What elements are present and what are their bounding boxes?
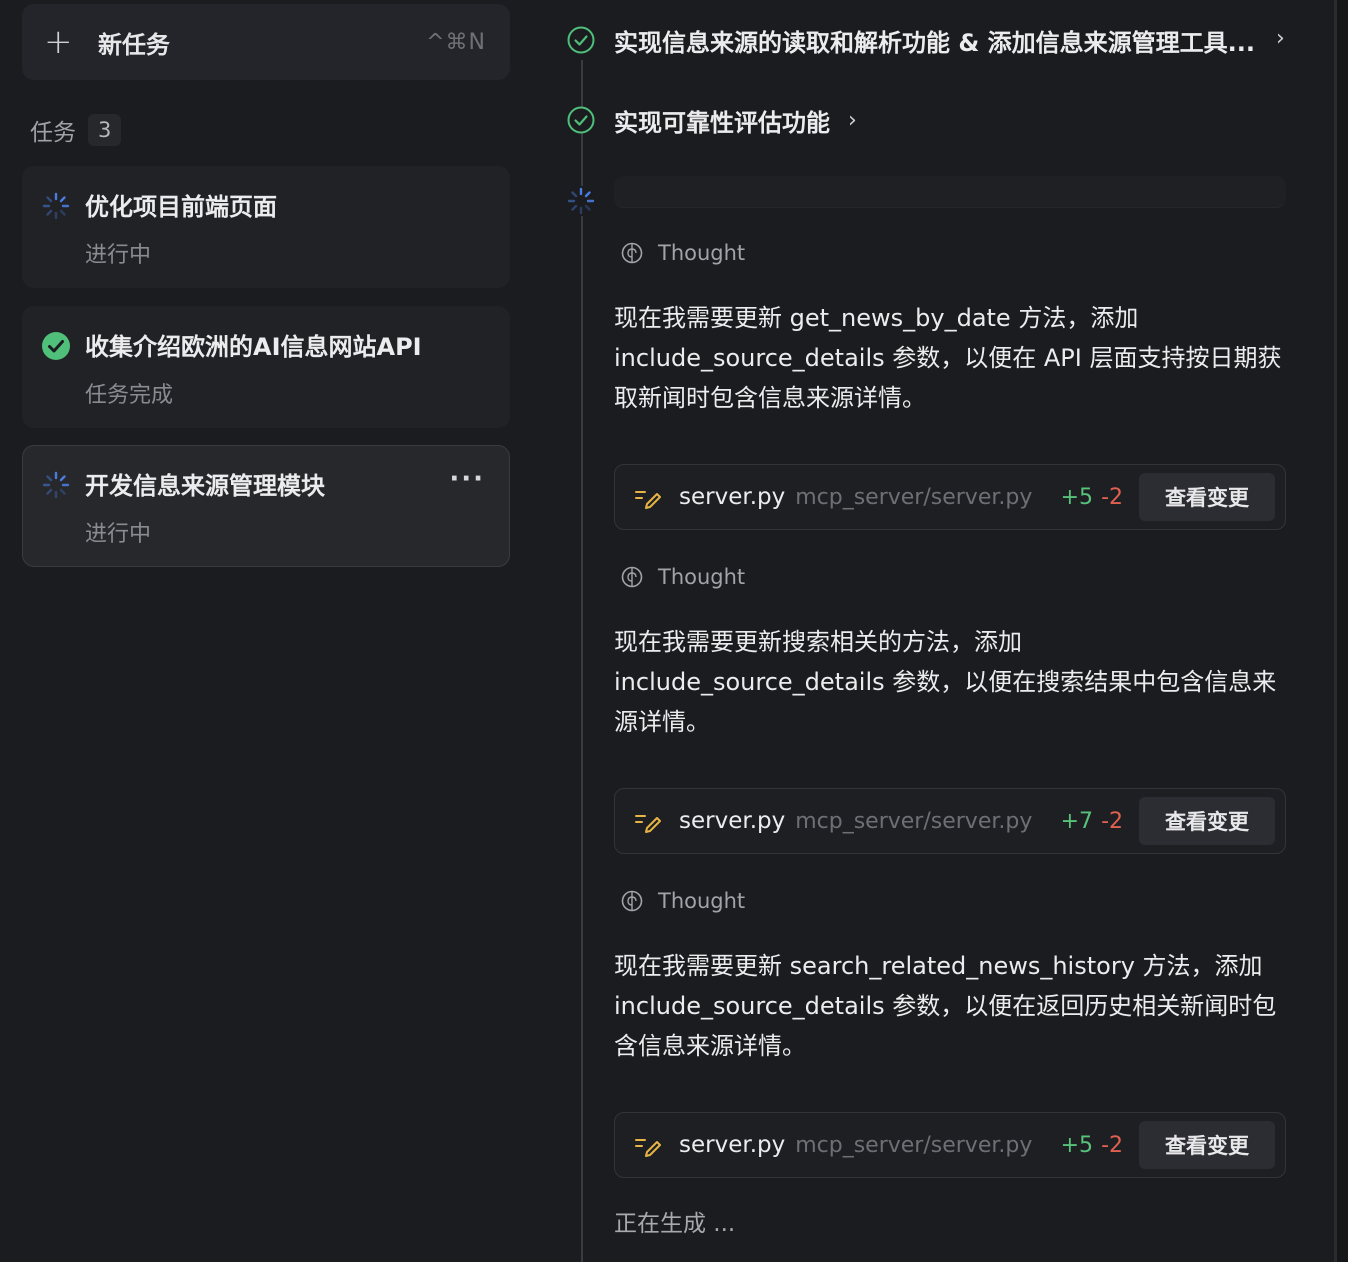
thought-label: Thought: [658, 565, 746, 589]
task-state: 任务完成: [85, 383, 174, 408]
lines-removed: -2: [1101, 808, 1123, 834]
completed-step[interactable]: 实现可靠性评估功能 ›: [566, 100, 857, 140]
file-path: mcp_server/server.py: [795, 484, 1033, 510]
file-change-card: server.py mcp_server/server.py +5 -2 查看变…: [614, 1112, 1286, 1178]
file-path: mcp_server/server.py: [795, 808, 1033, 834]
thought-text: 现在我需要更新搜索相关的方法，添加 include_source_details…: [614, 628, 1277, 736]
file-change-card: server.py mcp_server/server.py +7 -2 查看变…: [614, 788, 1286, 854]
new-task-label: 新任务: [98, 30, 170, 59]
task-item[interactable]: 收集介绍欧洲的AI信息网站API 任务完成: [22, 306, 510, 428]
thought-header[interactable]: Thought: [620, 886, 745, 916]
task-state: 进行中: [85, 243, 152, 268]
task-name: 开发信息来源管理模块: [85, 472, 325, 500]
generating-status: 正在生成 ...: [614, 1211, 736, 1237]
file-change-card: server.py mcp_server/server.py +5 -2 查看变…: [614, 464, 1286, 530]
edit-file-icon: [635, 491, 661, 509]
timeline-line: [581, 60, 583, 1262]
file-path: mcp_server/server.py: [795, 1132, 1033, 1158]
task-item-active[interactable]: 开发信息来源管理模块 进行中 ···: [22, 445, 510, 567]
window-edge: [1337, 0, 1348, 1262]
lines-added: +5: [1060, 484, 1094, 510]
task-detail-panel: 实现信息来源的读取和解析功能 & 添加信息来源管理工具... › 实现可靠性评估…: [532, 0, 1336, 1262]
brain-icon: [621, 890, 643, 912]
spinner-icon: [566, 186, 596, 216]
edit-file-icon: [635, 1139, 661, 1157]
check-circle-icon: [42, 332, 70, 360]
lines-removed: -2: [1101, 1132, 1123, 1158]
view-changes-button[interactable]: 查看变更: [1139, 1121, 1275, 1169]
check-circle-outline-icon: [567, 26, 595, 54]
view-changes-button[interactable]: 查看变更: [1139, 797, 1275, 845]
chevron-right-icon[interactable]: ›: [848, 108, 857, 133]
thought-header[interactable]: Thought: [620, 562, 745, 592]
check-circle-outline-icon: [567, 106, 595, 134]
brain-icon: [621, 242, 643, 264]
file-name: server.py: [679, 1132, 786, 1158]
task-name: 优化项目前端页面: [85, 193, 277, 221]
step-title: 实现可靠性评估功能: [614, 108, 830, 137]
step-title: 实现信息来源的读取和解析功能 & 添加信息来源管理工具...: [614, 28, 1255, 57]
thought-label: Thought: [658, 241, 746, 265]
thought-text: 现在我需要更新 get_news_by_date 方法，添加 include_s…: [614, 304, 1282, 412]
tasks-title: 任务: [30, 120, 76, 146]
task-state: 进行中: [85, 522, 152, 547]
lines-removed: -2: [1101, 484, 1123, 510]
view-changes-button[interactable]: 查看变更: [1139, 473, 1275, 521]
spinner-icon: [42, 192, 70, 220]
file-name: server.py: [679, 484, 786, 510]
tasks-header: 任务 3: [30, 110, 122, 150]
more-options-icon[interactable]: ···: [449, 464, 485, 494]
lines-added: +5: [1060, 1132, 1094, 1158]
thought-label: Thought: [658, 889, 746, 913]
new-task-shortcut: ^⌘N: [426, 29, 486, 55]
current-step-placeholder: [614, 176, 1286, 208]
plus-icon: +: [44, 22, 73, 62]
completed-step[interactable]: 实现信息来源的读取和解析功能 & 添加信息来源管理工具...: [566, 20, 1255, 60]
thought-header[interactable]: Thought: [620, 238, 745, 268]
lines-added: +7: [1060, 808, 1094, 834]
new-task-button[interactable]: + 新任务 ^⌘N: [22, 4, 510, 80]
edit-file-icon: [635, 815, 661, 833]
brain-icon: [621, 566, 643, 588]
task-name: 收集介绍欧洲的AI信息网站API: [85, 333, 422, 361]
task-item[interactable]: 优化项目前端页面 进行中: [22, 166, 510, 288]
spinner-icon: [42, 471, 70, 499]
sidebar: + 新任务 ^⌘N 任务 3 优化项目前端页面 进行中 收集介绍欧洲的AI信息网…: [0, 0, 532, 1262]
file-name: server.py: [679, 808, 786, 834]
chevron-right-icon[interactable]: ›: [1276, 26, 1285, 51]
thought-text: 现在我需要更新 search_related_news_history 方法，添…: [614, 952, 1277, 1060]
tasks-count-badge: 3: [88, 114, 122, 146]
